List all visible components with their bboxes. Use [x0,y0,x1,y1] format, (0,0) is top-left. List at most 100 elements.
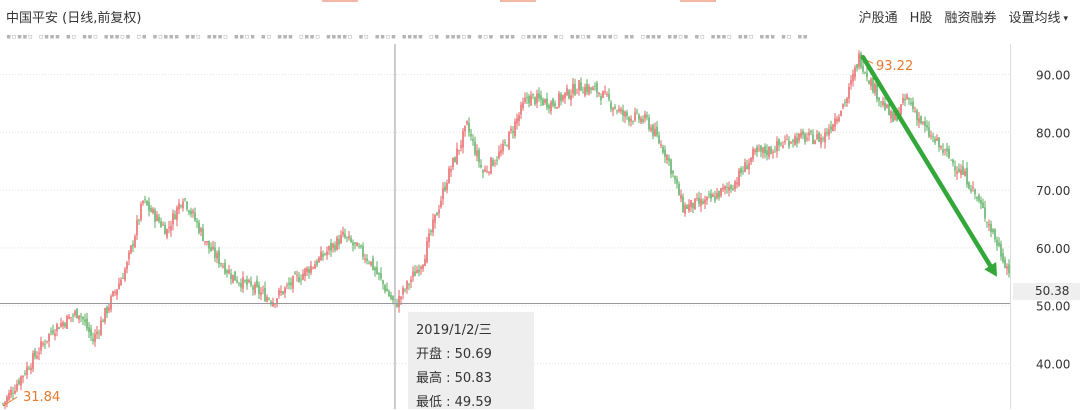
candle-body [316,261,318,265]
candle-body [404,289,406,291]
candle-body [224,262,226,274]
candle-body [500,150,502,154]
menu-margin-trading[interactable]: 融资融券 [944,7,996,26]
candle-body [540,95,542,101]
candle-body [174,214,176,220]
candle-body [340,234,342,244]
candle-body [62,322,64,327]
candle-body [646,115,648,118]
candle-body [922,121,924,124]
candle-body [58,327,60,330]
candle-body [494,162,496,164]
candle-body [210,247,212,252]
candle-body [584,86,586,96]
candle-body [488,171,490,173]
candle-body [914,111,916,113]
candle-body [566,88,568,96]
candle-body [726,187,728,188]
candle-body [428,233,430,242]
candle-body [358,246,360,247]
candle-body [132,243,134,247]
candle-body [606,94,608,95]
candle-body [658,135,660,144]
candle-body [232,274,234,283]
candle-body [206,241,208,243]
candle-body [910,102,912,105]
candle-body [26,366,28,375]
candle-body [958,168,960,173]
candle-body [426,241,428,263]
candle-body [472,139,474,141]
candle-body [632,121,634,122]
candlestick-chart[interactable]: 93.22 31.84 40.00 50.00 60.00 70.00 80.00 90.0… [0,0,1080,409]
candle-body [580,82,582,91]
candle-body [586,83,588,93]
candle-body [186,201,188,210]
candle-body [956,171,958,174]
candle-body [604,91,606,93]
candle-body [888,103,890,116]
candle-body [332,243,334,248]
candle-body [734,181,736,190]
candle-body [284,287,286,294]
candle-body [786,139,788,141]
candle-body [600,96,602,100]
candle-body [918,118,920,123]
candle-body [318,257,320,263]
candle-body [798,133,800,141]
candle-body [754,149,756,153]
candle-body [46,340,48,342]
candle-body [794,136,796,145]
candle-body [684,205,686,214]
candle-body [650,127,652,131]
candle-body [988,224,990,226]
candle-body [114,291,116,293]
candle-body [986,221,988,224]
candle-body [398,296,400,308]
candle-body [262,289,264,291]
tooltip-low: 最低 : 49.59 [416,395,492,410]
candle-body [722,187,724,190]
candle-body [436,212,438,216]
candle-body [704,199,706,204]
candle-body [68,316,70,319]
candle-body [120,279,122,286]
candle-body [242,276,244,289]
candle-body [852,73,854,82]
candle-body [448,168,450,184]
menu-hk-connect[interactable]: 沪股通 [859,7,898,26]
candle-body [220,263,222,265]
candle-body [74,311,76,316]
candle-body [926,125,928,128]
menu-h-share[interactable]: H股 [910,7,933,26]
candle-body [764,146,766,154]
candle-body [36,355,38,359]
candle-body [550,101,552,112]
candle-body [518,115,520,122]
candle-body [456,148,458,164]
candle-body [820,137,822,145]
candle-body [420,266,422,270]
candle-body [196,220,198,223]
candle-body [758,148,760,150]
candle-body [14,390,16,394]
candle-body [924,121,926,127]
y-tick-label: 80.00 [1036,126,1070,140]
candle-body [966,167,968,185]
menu-ma-settings[interactable]: 设置均线 ▾ [1008,7,1068,26]
candle-body [86,318,88,329]
candle-body [454,157,456,163]
candle-body [876,84,878,100]
candle-body [16,383,18,391]
candle-body [904,99,906,101]
candle-body [564,92,566,99]
candle-body [514,121,516,137]
candle-body [818,132,820,142]
event-marker-row: ▪▫▪▪▫ ▫▪▪▪ ▪▫ ▪▪▫ ▪▪▪▫▪ ▫▪ ▪▫▪▪▪ ▪▪▫ ▪▪▪… [6,32,808,42]
candle-body [676,178,678,184]
candle-body [70,317,72,318]
candle-body [552,98,554,106]
candle-body [944,148,946,150]
candle-body [34,350,36,357]
candle-body [474,141,476,155]
